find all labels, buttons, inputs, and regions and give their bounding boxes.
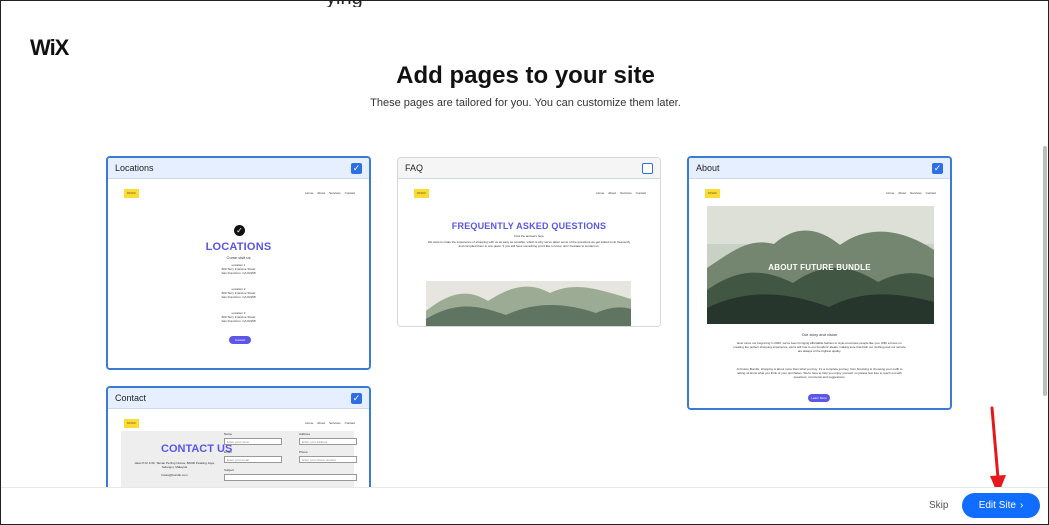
mini-nav-about: About xyxy=(317,421,326,425)
card-title-about: About xyxy=(696,163,720,173)
faq-preview: MISDF Home About Services Contact FREQUE… xyxy=(398,179,660,326)
mini-nav-links: Home About Services Contact xyxy=(596,191,646,195)
address-label: Address xyxy=(299,432,311,436)
faq-body: We want to make the experience of shoppi… xyxy=(427,240,631,249)
page-card-faq[interactable]: FAQ MISDF Home About Services Contact FR… xyxy=(397,157,661,327)
mini-nav-about: About xyxy=(317,191,326,195)
red-arrow-icon xyxy=(990,406,1006,495)
checkmark-icon: ✓ xyxy=(352,162,361,173)
mini-site-logo: MISDF xyxy=(414,188,429,198)
locations-heading: LOCATIONS xyxy=(205,241,272,253)
address-field: Enter your address xyxy=(299,438,357,445)
about-body-1: Ever since our beginning in 2020, we've … xyxy=(733,341,906,354)
subject-field xyxy=(224,474,357,481)
about-hero-title: ABOUT FUTURE BUNDLE xyxy=(768,263,871,272)
mini-site-logo: MISDF xyxy=(124,188,139,198)
contact-email: future@bundle.com xyxy=(161,473,188,477)
page-card-locations[interactable]: Locations ✓ MISDF Home About Services Co… xyxy=(106,156,371,370)
card-title-contact: Contact xyxy=(115,393,147,403)
mini-navigation: MISDF Home About Services Contact xyxy=(124,187,355,199)
email-label: Email xyxy=(224,450,232,454)
locations-preview: MISDF Home About Services Contact ✓ LOCA… xyxy=(108,179,369,368)
mini-nav-home: Home xyxy=(305,191,314,195)
skip-button[interactable]: Skip xyxy=(929,500,948,511)
mini-nav-contact: Contact xyxy=(925,191,936,195)
about-checkbox[interactable]: ✓ xyxy=(932,162,943,174)
about-learn-more-button: Learn More xyxy=(808,394,830,402)
name-field: Enter your name xyxy=(224,438,282,445)
contact-preview: MISDF Home About Services Contact CONTAC… xyxy=(108,409,369,492)
partial-top-text: ying xyxy=(1,1,1048,7)
faq-subheading: Find the answers here xyxy=(514,234,544,238)
about-body-2: At Future Bundle, shopping is about more… xyxy=(736,367,903,380)
about-preview: MISDF Home About Services Contact ABOUT … xyxy=(689,179,950,408)
add-pages-screen: ying WiX Add pages to your site These pa… xyxy=(0,0,1049,525)
mini-nav-home: Home xyxy=(596,191,605,195)
edit-site-label: Edit Site xyxy=(978,500,1016,511)
chevron-right-icon: › xyxy=(1019,500,1024,511)
page-card-contact[interactable]: Contact ✓ MISDF Home About Services Cont… xyxy=(106,386,371,494)
red-arrow-shaft xyxy=(990,406,1000,480)
locations-subheading: Come visit us xyxy=(226,255,251,260)
edit-site-button[interactable]: Edit Site › xyxy=(962,493,1040,518)
card-title-faq: FAQ xyxy=(405,163,424,173)
card-header-locations: Locations ✓ xyxy=(108,158,369,179)
phone-field: Enter your phone number xyxy=(299,456,357,463)
mini-nav-links: Home About Services Contact xyxy=(305,191,355,195)
mini-site-logo: MISDF xyxy=(705,188,720,198)
mini-nav-services: Services xyxy=(620,191,632,195)
mini-navigation: MISDF Home About Services Contact xyxy=(414,187,646,199)
card-header-about: About ✓ xyxy=(689,158,950,179)
location-2: Location 2 500 Terry Francine Street San F… xyxy=(221,287,256,300)
mini-nav-home: Home xyxy=(305,421,314,425)
location-pin-icon: ✓ xyxy=(234,225,245,236)
faq-checkbox[interactable] xyxy=(642,162,653,174)
faq-mountain-image xyxy=(426,281,631,326)
contact-address: Jalan PJU 1/39, Taman Perling Utama, 800… xyxy=(134,461,215,470)
mini-nav-about: About xyxy=(898,191,907,195)
mini-navigation: MISDF Home About Services Contact xyxy=(705,187,936,199)
location-1: Location 1 500 Terry Francine Street San F… xyxy=(221,263,256,276)
card-header-faq: FAQ xyxy=(398,158,660,179)
bottom-action-bar: Skip Edit Site › xyxy=(1,487,1048,524)
checkmark-icon: ✓ xyxy=(933,162,942,173)
contact-checkbox[interactable]: ✓ xyxy=(351,392,362,404)
page-title: Add pages to your site xyxy=(396,62,655,89)
mini-nav-services: Services xyxy=(329,421,341,425)
mini-nav-home: Home xyxy=(886,191,895,195)
locations-checkbox[interactable]: ✓ xyxy=(351,162,362,174)
mini-nav-about: About xyxy=(608,191,617,195)
contact-form-area: CONTACT US Jalan PJU 1/39, Taman Perling… xyxy=(121,431,357,492)
card-title-locations: Locations xyxy=(115,163,154,173)
subject-label: Subject xyxy=(224,468,235,472)
mini-navigation: MISDF Home About Services Contact xyxy=(124,417,355,429)
mini-nav-services: Services xyxy=(910,191,922,195)
mini-nav-contact: Contact xyxy=(635,191,646,195)
locations-contact-button: Contact xyxy=(229,336,251,344)
phone-label: Phone xyxy=(299,450,308,454)
mini-nav-contact: Contact xyxy=(344,421,355,425)
mini-nav-links: Home About Services Contact xyxy=(305,421,355,425)
mini-nav-links: Home About Services Contact xyxy=(886,191,936,195)
mini-nav-contact: Contact xyxy=(344,191,355,195)
page-card-about[interactable]: About ✓ MISDF Home About Services Contac… xyxy=(687,156,952,410)
vertical-scrollbar[interactable] xyxy=(1043,146,1047,396)
email-field: Enter your email xyxy=(224,456,282,463)
mini-nav-services: Services xyxy=(329,191,341,195)
location-3: Location 3 500 Terry Francine Street San F… xyxy=(221,311,256,324)
mini-site-logo: MISDF xyxy=(124,418,139,428)
name-label: Name xyxy=(224,432,233,436)
wix-logo: WiX xyxy=(30,35,69,60)
card-header-contact: Contact ✓ xyxy=(108,388,369,409)
checkmark-icon: ✓ xyxy=(352,392,361,403)
contact-heading: CONTACT US xyxy=(161,443,233,455)
faq-heading: FREQUENTLY ASKED QUESTIONS xyxy=(451,221,607,231)
about-section-title: Our story and vision xyxy=(801,332,838,337)
page-subtitle: These pages are tailored for you. You ca… xyxy=(370,97,681,109)
